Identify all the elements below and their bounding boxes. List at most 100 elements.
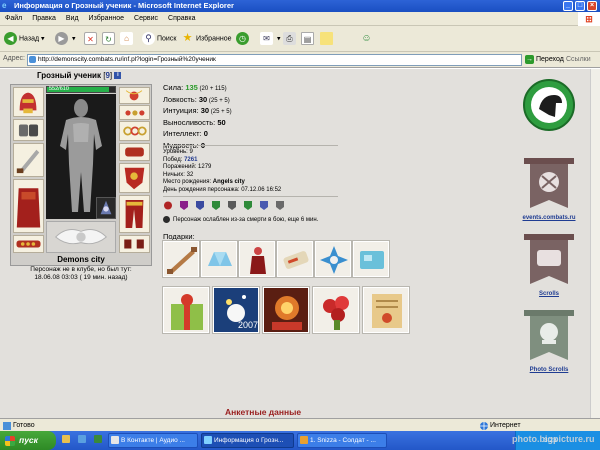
back-button[interactable]: ◀ Назад ▾ (4, 32, 45, 46)
bracer-slot[interactable] (13, 119, 44, 141)
leggings-slot[interactable] (119, 195, 150, 233)
svg-text:2007: 2007 (238, 320, 258, 330)
gift-parchment[interactable] (362, 286, 410, 334)
gift-rose-bouquet[interactable] (312, 286, 360, 334)
banner-goat[interactable] (522, 77, 576, 135)
effect-icon-3[interactable] (195, 200, 205, 211)
quicklaunch-media-icon[interactable] (76, 433, 90, 448)
emblem-slot (46, 221, 116, 253)
goat-logo-icon (523, 79, 575, 131)
scrolls-link[interactable]: Scrolls (522, 291, 576, 297)
info-icon[interactable]: i (114, 72, 122, 80)
effect-icon-5[interactable] (227, 200, 237, 211)
maximize-button[interactable]: □ (575, 1, 585, 11)
weakness-notice: Персонаж ослаблен из-за смерти в бою, ещ… (163, 216, 318, 224)
amulet-slot[interactable] (119, 87, 150, 104)
edit-button[interactable]: ▤ (301, 32, 316, 46)
boots-slot[interactable] (119, 235, 150, 253)
banner-photo-scrolls[interactable]: Photo Scrolls (522, 308, 576, 373)
notes-button[interactable] (320, 32, 335, 46)
menu-favorites[interactable]: Избранное (84, 12, 129, 26)
belt-slot[interactable] (13, 235, 44, 253)
go-button[interactable]: → Переход (525, 54, 564, 66)
page-icon (29, 56, 36, 63)
stats-list: Сила: 135 (20 + 115) Ловкость: 30 (25 + … (163, 83, 232, 152)
scrolls-flag-icon (524, 234, 574, 284)
stat-intellect: Интеллект: 0 (163, 129, 208, 138)
effect-icon-7[interactable] (259, 200, 269, 211)
links-button[interactable]: Ссылки (566, 54, 591, 66)
banner-scrolls[interactable]: Scrolls (522, 232, 576, 297)
windows-flag-icon (5, 436, 15, 446)
start-button[interactable]: пуск (0, 431, 56, 450)
events-flag-icon (524, 158, 574, 208)
gift-snowflake[interactable] (314, 240, 352, 278)
menu-edit[interactable]: Правка (27, 12, 61, 26)
menu-tools[interactable]: Сервис (129, 12, 163, 26)
favorites-button[interactable]: ★ Избранное (181, 32, 232, 46)
detail-draws: Ничьих: 32 (163, 171, 194, 178)
effect-icon-4[interactable] (211, 200, 221, 211)
gift-present-box[interactable] (162, 286, 210, 334)
detail-wins: Побед: 7261 (163, 156, 198, 163)
menu-help[interactable]: Справка (163, 12, 200, 26)
printer-icon: ⎙ (283, 32, 296, 45)
quicklaunch-ie-icon[interactable] (92, 433, 106, 448)
effect-icon-1[interactable] (163, 200, 173, 211)
status-bar: Готово Интернет (0, 418, 600, 431)
gift-ice-block[interactable] (352, 240, 390, 278)
favorites-label: Избранное (196, 35, 232, 43)
messenger-button[interactable]: ☺ (360, 32, 375, 46)
menu-view[interactable]: Вид (61, 12, 84, 26)
gift-rolling-pin[interactable] (162, 240, 200, 278)
photo-scrolls-link[interactable]: Photo Scrolls (522, 367, 576, 373)
shield-slot[interactable] (119, 163, 150, 193)
effect-icon-6[interactable] (243, 200, 253, 211)
character-name: Грозный ученик [9] i (37, 71, 122, 80)
window-title: Информация о Грозный ученик - Microsoft … (14, 1, 234, 10)
stop-button[interactable]: ✕ (84, 32, 99, 46)
task-snizza[interactable]: 1. Snizza - Солдат - ... (297, 433, 387, 448)
task-vkontakte[interactable]: В Контакте | Аудио ... (108, 433, 198, 448)
menu-file[interactable]: Файл (0, 12, 27, 26)
gift-scroll[interactable] (276, 240, 314, 278)
armor-slot[interactable] (13, 179, 44, 233)
mail-button[interactable]: ✉ ▾ (260, 32, 280, 46)
banner-events[interactable]: events.combats.ru (522, 156, 576, 221)
close-button[interactable]: × (587, 1, 597, 11)
events-link[interactable]: events.combats.ru (522, 215, 576, 221)
quicklaunch-folder-icon[interactable] (60, 433, 74, 448)
print-button[interactable]: ⎙ (283, 32, 298, 46)
menu-bar: Файл Правка Вид Избранное Сервис Справка ⊞ (0, 12, 600, 26)
search-label: Поиск (157, 35, 177, 43)
gift-figure[interactable] (238, 240, 276, 278)
task-info-window[interactable]: Информация о Грозн... (201, 433, 294, 448)
earring-slot[interactable] (119, 105, 150, 120)
refresh-button[interactable]: ↻ (102, 32, 117, 46)
search-button[interactable]: ⚲ Поиск (142, 32, 176, 46)
level-bracket-close: ] (109, 71, 113, 80)
helmet-slot[interactable] (13, 87, 44, 117)
skull-icon (163, 216, 170, 223)
character-name-text: Грозный ученик (37, 71, 101, 80)
history-button[interactable]: ◷ (236, 32, 251, 46)
gloves-slot[interactable] (119, 143, 150, 161)
address-input[interactable]: http://demonscity.combats.ru/inf.pl?logi… (27, 54, 522, 66)
weapon-slot[interactable] (13, 143, 44, 177)
magic-item-slot[interactable] (96, 197, 116, 219)
effect-icon-8[interactable] (275, 200, 285, 211)
minimize-button[interactable]: _ (563, 1, 573, 11)
rings-slot[interactable] (119, 121, 150, 141)
internet-zone-icon (480, 422, 488, 430)
gift-fireworks[interactable] (262, 286, 310, 334)
forward-button[interactable]: ▶ ▾ (55, 32, 75, 46)
effect-icon-2[interactable] (179, 200, 189, 211)
window-titlebar[interactable]: e Информация о Грозный ученик - Microsof… (0, 0, 600, 12)
messenger-icon: ☺ (361, 33, 372, 44)
home-button[interactable]: ⌂ (120, 32, 135, 46)
detail-birthday: День рождения персонажа: 07.12.06 16:52 (163, 186, 282, 193)
gift-crystal[interactable] (200, 240, 238, 278)
vertical-scrollbar[interactable] (590, 69, 600, 418)
gift-new-year-card[interactable]: 2007 (212, 286, 260, 334)
divider (163, 196, 338, 197)
